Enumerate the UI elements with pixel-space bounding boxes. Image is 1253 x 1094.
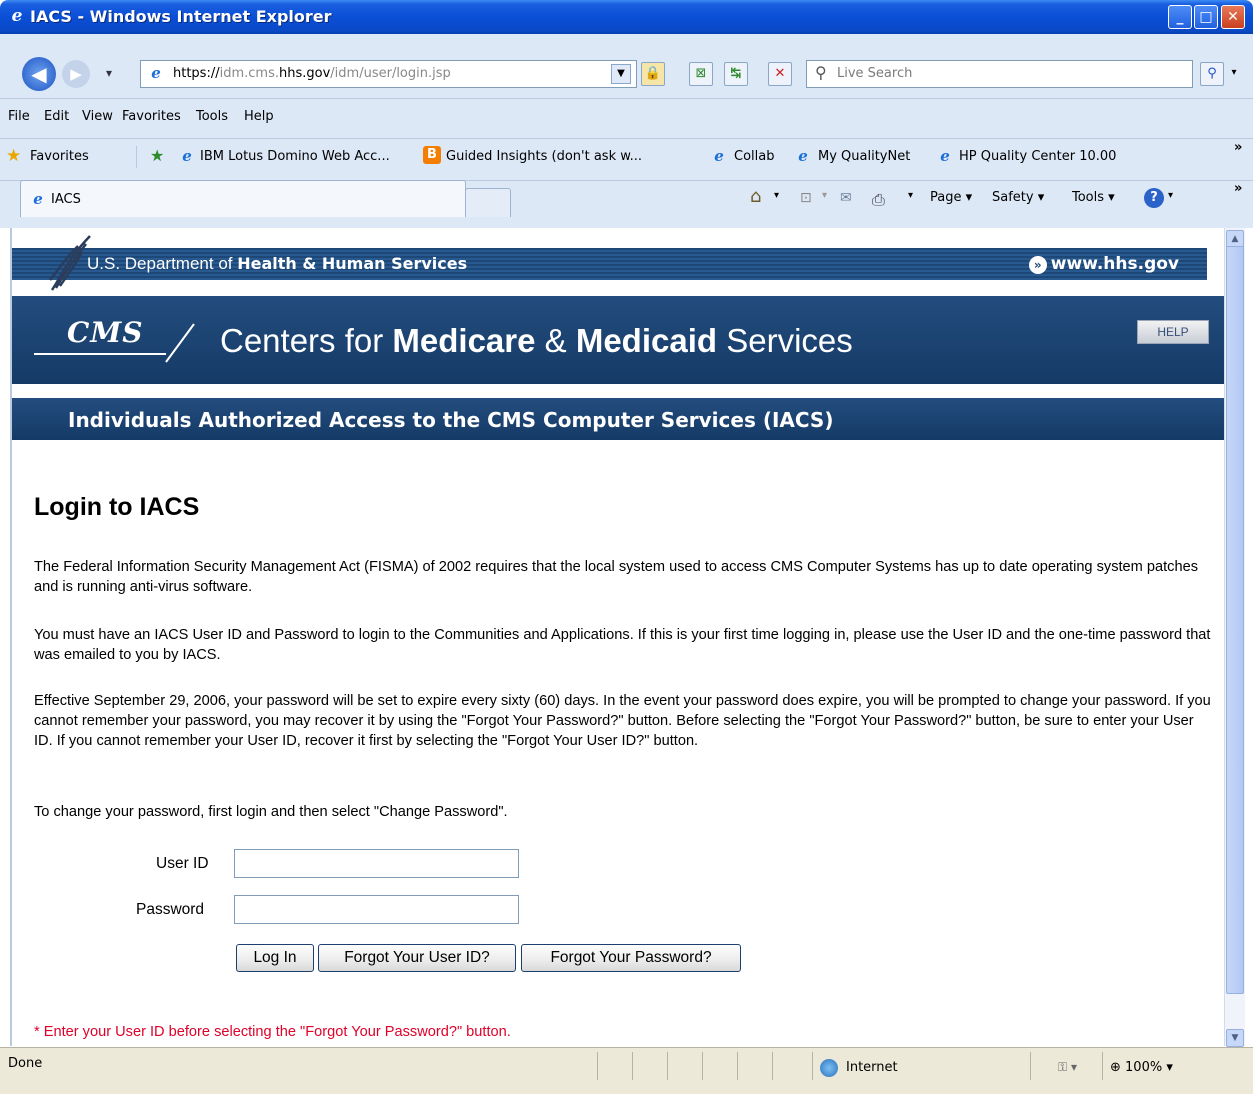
fav-item-guided-insights[interactable]: Guided Insights (don't ask w... [446,149,642,164]
hhs-bar: U.S. Department of Health & Human Servic… [12,248,1207,280]
history-dropdown-icon[interactable]: ▾ [106,66,112,80]
hhs-link[interactable]: » www.hhs.gov [1028,254,1179,274]
address-url: https://idm.cms.hhs.gov/idm/user/login.j… [173,66,451,81]
window-title: IACS - Windows Internet Explorer [30,7,332,26]
search-options-icon[interactable]: ▾ [1226,62,1242,84]
search-go-icon[interactable]: ⚲ [1200,62,1224,86]
scroll-down-button[interactable]: ▼ [1226,1029,1244,1047]
userid-label: User ID [156,855,209,872]
scroll-thumb[interactable] [1226,246,1244,994]
userid-field[interactable] [234,849,519,878]
fav-item-hp-quality[interactable]: HP Quality Center 10.00 [959,149,1116,164]
tools-menu[interactable]: Tools ▾ [1072,190,1115,205]
fav-item-collab[interactable]: Collab [734,149,774,164]
back-button[interactable]: ◀ [22,57,56,91]
iacs-title-bar: Individuals Authorized Access to the CMS… [12,398,1225,440]
fav-item-lotus[interactable]: IBM Lotus Domino Web Acc... [200,149,390,164]
fav-ie-icon: e [798,147,808,165]
add-favorite-icon[interactable]: ★ [150,146,164,165]
mail-icon[interactable]: ✉ [840,190,852,206]
tab-ie-icon: e [33,190,43,208]
title-bar[interactable]: e IACS - Windows Internet Explorer _ □ ✕ [0,0,1253,34]
menu-favorites[interactable]: Favorites [122,109,181,124]
menu-edit[interactable]: Edit [44,109,69,124]
cms-full-name: Centers for Medicare & Medicaid Services [220,322,853,359]
help-icon[interactable]: ? [1144,188,1164,208]
hhs-department: U.S. Department of Health & Human Servic… [87,254,468,273]
compatibility-view-icon[interactable]: ⊠ [689,62,713,86]
chevron-more-icon[interactable]: » [1234,181,1242,196]
print-dropdown-icon[interactable]: ▾ [908,190,913,201]
fav-ie-icon: e [940,147,950,165]
address-bar[interactable]: e https://idm.cms.hhs.gov/idm/user/login… [140,60,637,88]
new-tab-button[interactable] [465,188,511,217]
zone-text[interactable]: Internet [846,1060,898,1075]
double-chevron-icon: » [1028,256,1047,274]
forgot-password-note: * Enter your User ID before selecting th… [34,1024,511,1040]
help-dropdown-icon[interactable]: ▾ [1168,190,1173,201]
cms-logo: CMS [67,316,144,349]
forgot-user-id-button[interactable]: Forgot Your User ID? [318,944,516,972]
search-box[interactable]: ⚲ Live Search [806,60,1193,88]
menu-file[interactable]: File [8,109,30,124]
favorites-star-icon: ★ [6,146,22,166]
home-icon[interactable]: ⌂ [750,186,761,207]
maximize-button[interactable]: □ [1194,5,1218,29]
userid-paragraph: You must have an IACS User ID and Passwo… [34,627,1211,663]
ie-logo-icon: e [11,6,23,26]
page-title: Login to IACS [34,493,200,521]
iacs-title: Individuals Authorized Access to the CMS… [68,408,834,432]
menu-help[interactable]: Help [244,109,274,124]
search-icon: ⚲ [815,63,827,82]
status-text: Done [8,1056,43,1071]
page-menu[interactable]: Page ▾ [930,190,972,205]
close-button[interactable]: ✕ [1221,5,1245,29]
minimize-button[interactable]: _ [1168,5,1192,29]
chevron-more-icon[interactable]: » [1234,140,1242,155]
zoom-control[interactable]: ⊕ 100% ▾ [1110,1060,1173,1075]
hhs-banner: U.S. Department of Health & Human Servic… [12,228,1225,296]
search-placeholder: Live Search [837,66,913,81]
change-password-paragraph: To change your password, first login and… [34,804,508,820]
internet-globe-icon [820,1059,838,1077]
protected-mode-icon[interactable]: ⚿ ▾ [1058,1060,1077,1075]
tab-iacs[interactable]: e IACS [20,180,466,217]
refresh-icon[interactable]: ↹ [724,62,748,86]
page-content: U.S. Department of Health & Human Servic… [10,228,1225,1046]
fav-ie-icon: e [182,147,192,165]
lock-icon[interactable]: 🔒 [641,62,665,86]
help-button[interactable]: HELP [1137,320,1209,344]
home-dropdown-icon[interactable]: ▾ [774,190,779,201]
page-ie-icon: e [151,64,161,82]
password-label: Password [136,901,205,918]
address-dropdown-icon[interactable]: ▼ [611,64,631,84]
fisma-paragraph: The Federal Information Security Managem… [34,559,1198,595]
menu-tools[interactable]: Tools [196,109,228,124]
fav-ie-icon: e [714,147,724,165]
favorites-button[interactable]: Favorites [30,149,89,164]
password-field[interactable] [234,895,519,924]
cms-banner: CMS Centers for Medicare & Medicaid Serv… [12,296,1225,384]
feeds-icon[interactable]: ⊡ [800,190,812,206]
forward-button[interactable]: ▶ [62,60,90,88]
hhs-eagle-logo [49,235,91,291]
stop-icon[interactable]: ✕ [768,62,792,86]
tab-label: IACS [51,192,81,207]
print-icon[interactable]: ⎙ [872,190,885,210]
menu-view[interactable]: View [82,109,113,124]
forgot-password-button[interactable]: Forgot Your Password? [521,944,741,972]
safety-menu[interactable]: Safety ▾ [992,190,1044,205]
blogger-icon: B [423,146,441,164]
fav-item-qualitynet[interactable]: My QualityNet [818,149,910,164]
feeds-dropdown-icon[interactable]: ▾ [822,190,827,201]
login-button[interactable]: Log In [236,944,314,972]
password-expiry-paragraph: Effective September 29, 2006, your passw… [34,693,1211,749]
